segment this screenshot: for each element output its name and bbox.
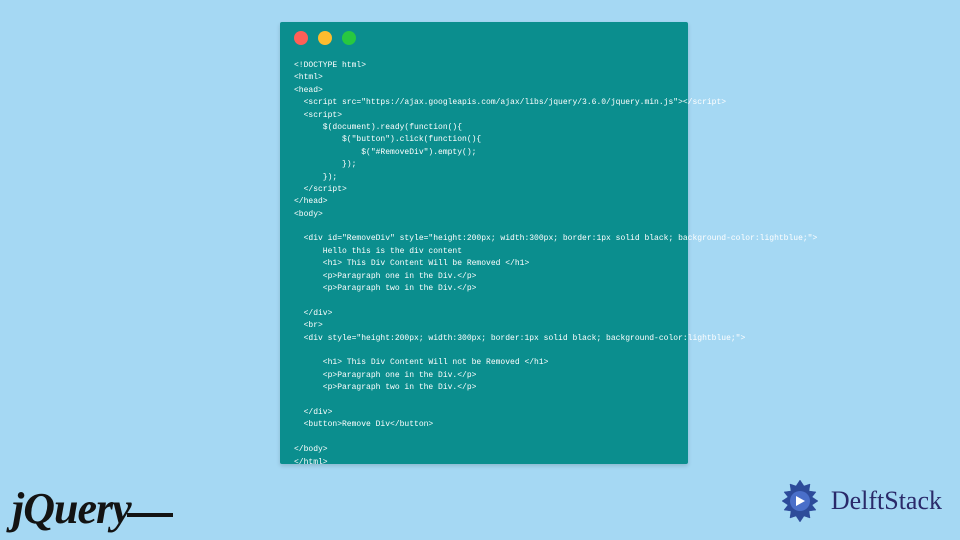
window-titlebar	[280, 22, 688, 54]
delftstack-icon	[775, 476, 825, 526]
minimize-icon	[318, 31, 332, 45]
delftstack-logo: DelftStack	[775, 476, 942, 526]
maximize-icon	[342, 31, 356, 45]
delftstack-text: DelftStack	[831, 486, 942, 516]
jquery-logo-text: jQuery	[12, 484, 131, 533]
code-content: <!DOCTYPE html> <html> <head> <script sr…	[280, 54, 688, 479]
jquery-logo: jQuery	[12, 483, 173, 534]
close-icon	[294, 31, 308, 45]
code-window: <!DOCTYPE html> <html> <head> <script sr…	[280, 22, 688, 464]
